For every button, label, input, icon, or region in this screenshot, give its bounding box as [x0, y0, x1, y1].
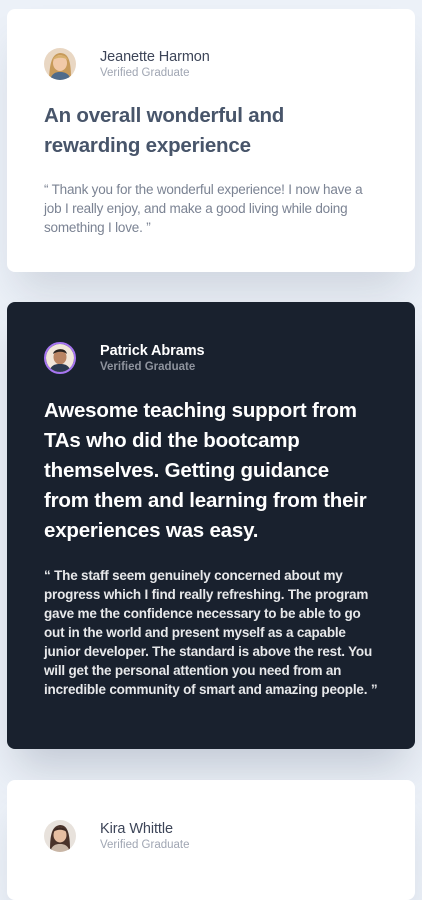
person-info: Kira Whittle Verified Graduate: [100, 820, 190, 853]
avatar-patrick: [44, 342, 76, 374]
avatar-jeanette: [44, 48, 76, 80]
testimonial-header: Jeanette Harmon Verified Graduate: [44, 46, 378, 82]
testimonial-headline: Awesome teaching support from TAs who di…: [44, 399, 367, 542]
person-name: Kira Whittle: [100, 820, 173, 837]
testimonial-card-jeanette: Jeanette Harmon Verified Graduate An ove…: [7, 9, 415, 272]
testimonial-quote: “ The staff seem genuinely concerned abo…: [44, 568, 378, 697]
person-role: Verified Graduate: [100, 360, 196, 373]
testimonial-headline: An overall wonderful and rewarding exper…: [44, 104, 285, 157]
person-role: Verified Graduate: [100, 838, 190, 851]
testimonial-card-patrick: Patrick Abrams Verified Graduate Awesome…: [7, 302, 415, 749]
testimonial-header: Patrick Abrams Verified Graduate: [44, 340, 378, 376]
person-name: Jeanette Harmon: [100, 48, 210, 65]
person-role: Verified Graduate: [100, 66, 190, 79]
avatar-kira: [44, 820, 76, 852]
testimonial-card-kira: Kira Whittle Verified Graduate: [7, 780, 415, 900]
testimonial-quote: “ Thank you for the wonderful experience…: [44, 182, 363, 235]
person-name: Patrick Abrams: [100, 342, 205, 359]
person-info: Patrick Abrams Verified Graduate: [100, 342, 205, 375]
person-info: Jeanette Harmon Verified Graduate: [100, 48, 210, 81]
testimonial-header: Kira Whittle Verified Graduate: [44, 818, 378, 854]
